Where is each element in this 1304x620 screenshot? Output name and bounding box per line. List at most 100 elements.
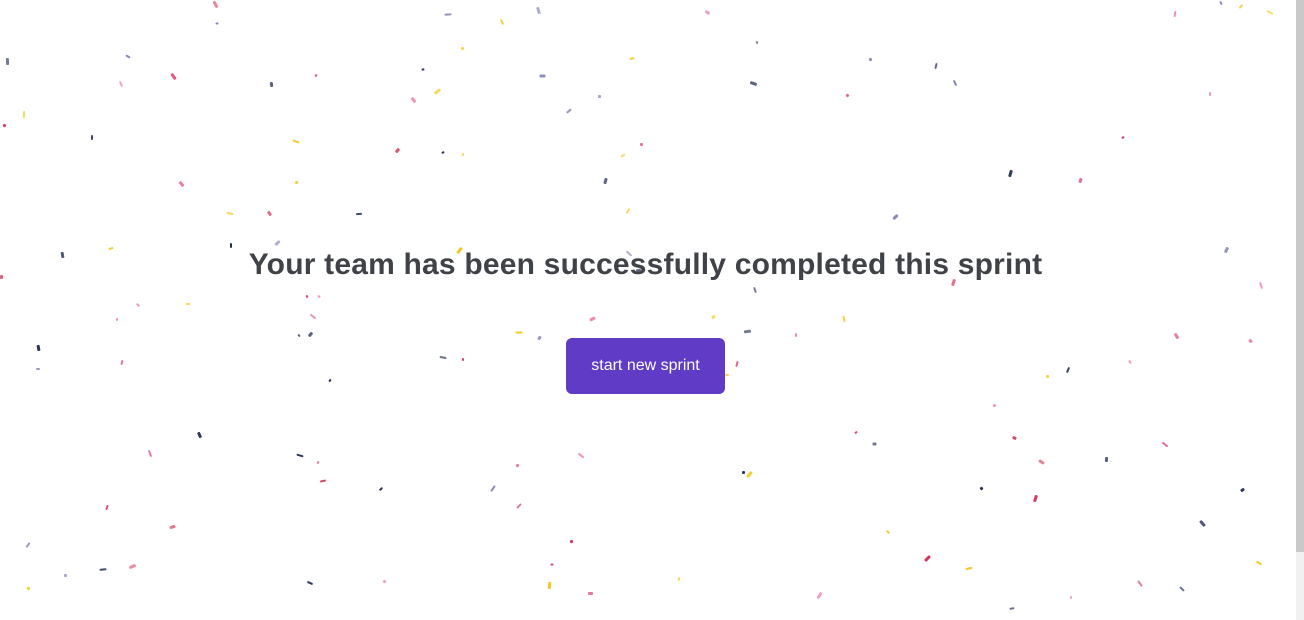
start-new-sprint-button[interactable]: start new sprint: [566, 338, 725, 394]
confetti-piece: [2, 123, 7, 128]
confetti-piece: [868, 57, 873, 62]
confetti-piece: [292, 139, 300, 144]
confetti-piece: [1255, 560, 1263, 566]
confetti-piece: [735, 360, 739, 368]
confetti-piece: [1173, 10, 1177, 18]
confetti-piece: [965, 566, 973, 571]
confetti-piece: [317, 294, 321, 299]
confetti-piece: [603, 177, 608, 185]
confetti-piece: [515, 463, 520, 468]
confetti-piece: [1078, 177, 1083, 184]
confetti-piece: [816, 591, 823, 600]
confetti-piece: [147, 449, 153, 458]
confetti-piece: [923, 554, 932, 563]
confetti-piece: [952, 79, 958, 87]
confetti-piece: [741, 470, 746, 475]
confetti-piece: [625, 207, 631, 215]
confetti-piece: [724, 373, 730, 377]
confetti-piece: [1104, 456, 1109, 463]
confetti-piece: [892, 213, 899, 221]
confetti-piece: [845, 93, 850, 98]
confetti-piece: [934, 62, 938, 70]
confetti-piece: [35, 367, 41, 371]
confetti-piece: [539, 74, 546, 78]
confetti-piece: [460, 46, 465, 51]
confetti-piece: [125, 54, 131, 59]
confetti-piece: [569, 539, 574, 544]
confetti-piece: [1266, 9, 1274, 16]
confetti-piece: [1121, 135, 1125, 140]
confetti-piece: [749, 80, 758, 87]
confetti-piece: [1173, 332, 1180, 340]
confetti-piece: [1161, 441, 1169, 448]
confetti-piece: [212, 0, 219, 9]
confetti-piece: [36, 344, 41, 352]
confetti-piece: [746, 470, 753, 479]
confetti-piece: [170, 72, 177, 81]
confetti-piece: [597, 94, 602, 99]
confetti-piece: [677, 576, 681, 582]
confetti-piece: [1238, 4, 1244, 9]
confetti-piece: [1045, 374, 1050, 379]
confetti-piece: [26, 586, 31, 591]
confetti-piece: [421, 68, 425, 71]
confetti-piece: [885, 529, 891, 535]
confetti-piece: [794, 332, 798, 338]
confetti-piece: [842, 315, 846, 323]
confetti-piece: [515, 331, 523, 334]
confetti-piece: [215, 22, 219, 25]
confetti-piece: [439, 355, 447, 360]
confetti-piece: [1199, 519, 1206, 528]
confetti-piece: [872, 442, 877, 446]
confetti-piece: [382, 579, 387, 584]
confetti-piece: [266, 210, 273, 217]
confetti-piece: [992, 403, 997, 408]
confetti-piece: [314, 73, 318, 78]
confetti-piece: [1065, 366, 1071, 374]
confetti-piece: [444, 13, 452, 16]
confetti-piece: [711, 314, 716, 320]
confetti-piece: [461, 357, 465, 362]
confetti-piece: [63, 573, 68, 578]
confetti-piece: [5, 57, 10, 66]
confetti-piece: [316, 460, 320, 465]
confetti-piece: [1069, 595, 1073, 600]
confetti-piece: [1032, 494, 1039, 503]
confetti-piece: [297, 333, 301, 338]
confetti-piece: [169, 524, 176, 530]
confetti-piece: [1012, 435, 1017, 441]
confetti-piece: [319, 479, 327, 483]
confetti-piece: [589, 316, 596, 322]
confetti-piece: [294, 180, 299, 185]
scrollbar-thumb[interactable]: [1296, 0, 1304, 552]
confetti-piece: [704, 9, 711, 16]
confetti-piece: [499, 18, 505, 26]
confetti-piece: [1208, 91, 1212, 97]
confetti-piece: [305, 294, 309, 299]
confetti-piece: [566, 108, 572, 114]
confetti-piece: [306, 580, 314, 586]
vertical-scrollbar[interactable]: [1296, 0, 1304, 620]
confetti-piece: [99, 568, 107, 571]
confetti-piece: [550, 563, 554, 566]
confetti-piece: [433, 88, 442, 95]
confetti-piece: [629, 57, 635, 60]
confetti-piece: [378, 486, 384, 492]
sprint-complete-page: Your team has been successfully complete…: [0, 0, 1296, 620]
confetti-piece: [979, 486, 984, 491]
confetti-piece: [274, 239, 281, 247]
confetti-piece: [118, 80, 124, 88]
confetti-piece: [128, 563, 137, 570]
confetti-piece: [355, 212, 363, 216]
confetti-piece: [226, 211, 234, 216]
confetti-piece: [577, 452, 585, 459]
confetti-piece: [1038, 459, 1045, 465]
confetti-piece: [1009, 607, 1015, 610]
confetti-piece: [620, 153, 626, 158]
confetti-piece: [269, 81, 274, 88]
confetti-piece: [743, 329, 752, 334]
confetti-piece: [753, 286, 757, 294]
confetti-piece: [185, 302, 191, 306]
confetti-piece: [196, 431, 203, 439]
confetti-piece: [587, 591, 594, 596]
